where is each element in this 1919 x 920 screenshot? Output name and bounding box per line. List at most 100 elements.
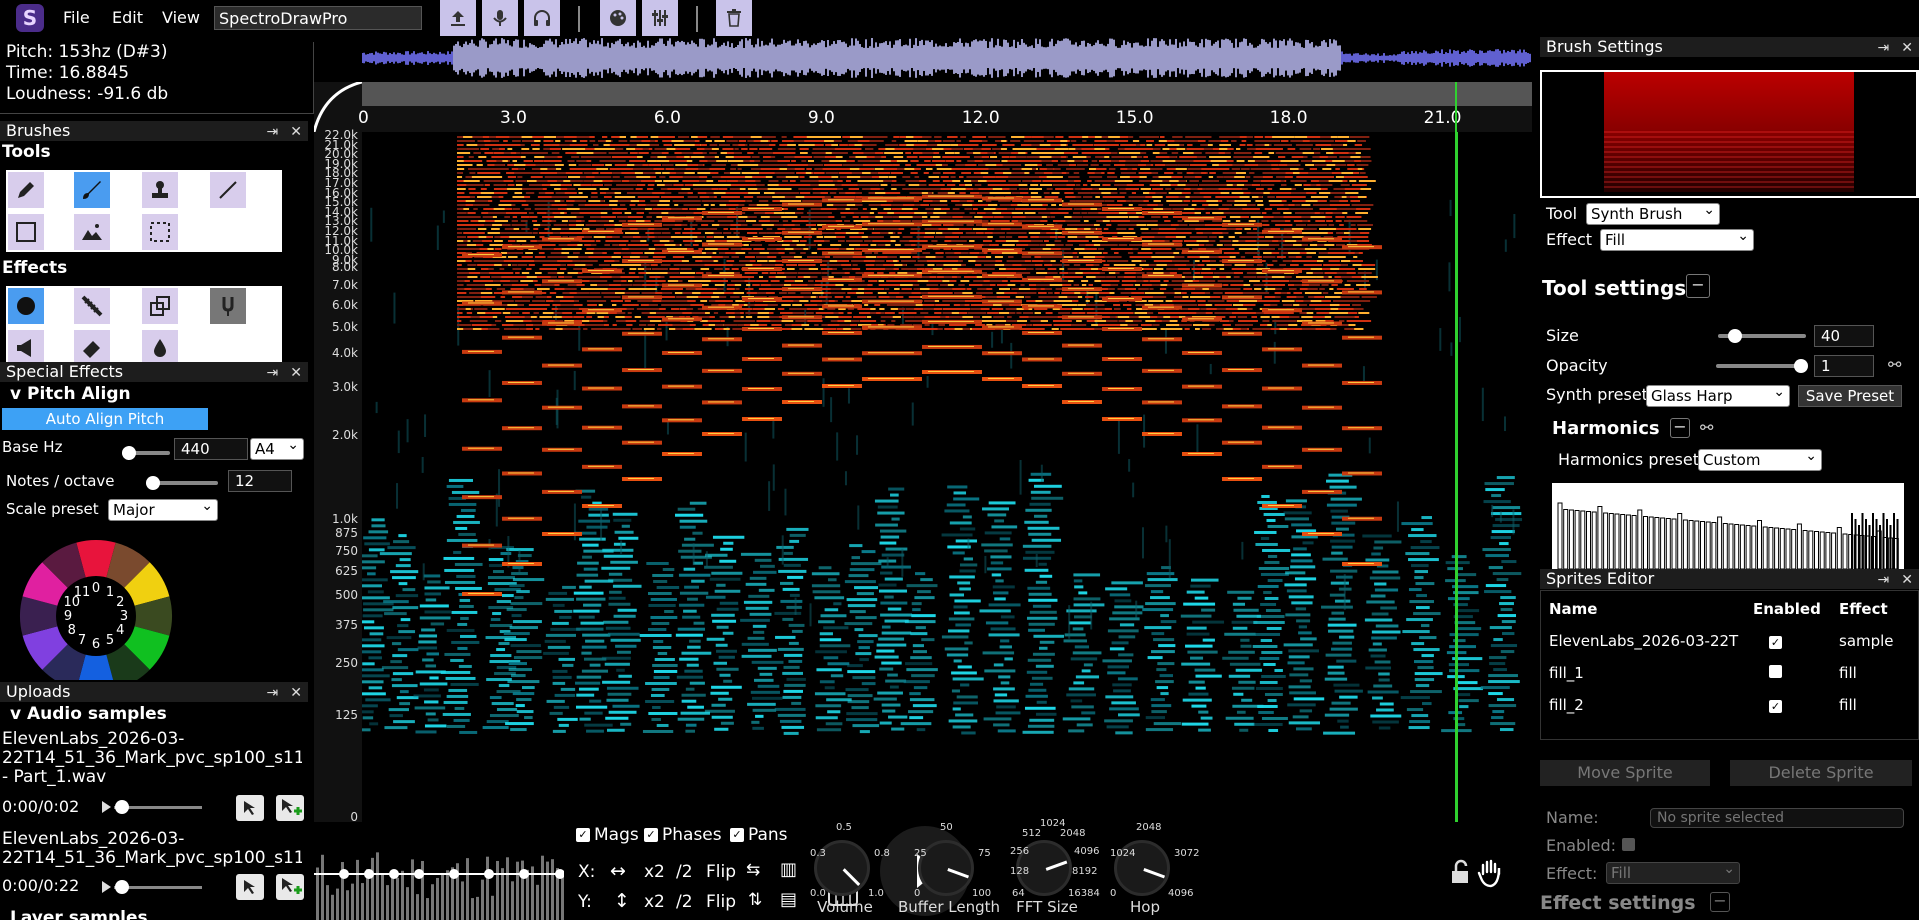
close-icon[interactable]: ✕ <box>290 365 302 381</box>
tool-selection[interactable] <box>142 214 178 250</box>
play-icon[interactable] <box>100 797 205 817</box>
x-zoom-out-button[interactable]: /2 <box>676 862 693 882</box>
effect-circle[interactable] <box>8 288 44 324</box>
table-row[interactable]: fill_1 fill <box>1541 657 1919 689</box>
undock-icon[interactable]: ⇥ <box>267 124 279 140</box>
effect-comb[interactable] <box>74 288 110 324</box>
sprite-enabled-checkbox[interactable]: ✓ <box>1769 636 1782 649</box>
size-slider[interactable] <box>1718 329 1806 343</box>
collapse-harmonics-button[interactable]: − <box>1670 418 1690 438</box>
pitch-class-wheel[interactable]: 11 0 12345678910 <box>6 530 186 680</box>
hand-icon[interactable] <box>1474 856 1508 890</box>
spectrogram-canvas[interactable] <box>362 132 1532 822</box>
link-icon[interactable]: ⚯ <box>1888 355 1901 374</box>
upload-button[interactable] <box>440 0 476 36</box>
delete-sprite-button[interactable]: Delete Sprite <box>1730 760 1912 786</box>
base-hz-input[interactable]: 440 <box>174 438 248 460</box>
swap-icon[interactable]: ⇆ <box>746 860 760 880</box>
sprite-enabled-checkbox[interactable]: ✓ <box>1769 700 1782 713</box>
move-sprite-button[interactable]: Move Sprite <box>1540 760 1710 786</box>
place-sample-button[interactable] <box>236 795 264 821</box>
phases-checkbox[interactable]: ✓ <box>644 828 658 842</box>
swap-vertical-icon[interactable]: ⇅ <box>748 890 762 910</box>
y-flip-button[interactable]: Flip <box>706 892 736 912</box>
opacity-slider[interactable] <box>1716 359 1808 373</box>
y-zoom-out-button[interactable]: /2 <box>676 892 693 912</box>
base-note-select[interactable]: A4 <box>250 435 304 460</box>
notes-octave-slider[interactable] <box>146 476 218 490</box>
base-hz-slider[interactable] <box>122 446 170 460</box>
undock-icon[interactable]: ⇥ <box>1878 572 1890 588</box>
y-zoom-in-button[interactable]: x2 <box>644 892 665 912</box>
sprite-enabled-toggle[interactable] <box>1622 838 1635 851</box>
monitor-button[interactable] <box>524 0 560 36</box>
slider-knob[interactable] <box>1794 359 1808 373</box>
undock-icon[interactable]: ⇥ <box>267 685 279 701</box>
sprite-name-input[interactable] <box>1650 808 1904 828</box>
close-icon[interactable]: ✕ <box>290 685 302 701</box>
palette-button[interactable] <box>600 0 636 36</box>
menu-file[interactable]: File <box>63 8 90 27</box>
sprite-effect-select[interactable]: Fill <box>1606 859 1740 884</box>
pitch-align-section[interactable]: v Pitch Align <box>10 384 131 404</box>
tool-image[interactable] <box>74 214 110 250</box>
harmonics-editor[interactable] <box>1552 483 1904 569</box>
collapse-tool-settings-button[interactable]: − <box>1686 274 1710 298</box>
size-input[interactable]: 40 <box>1814 325 1874 347</box>
opacity-input[interactable]: 1 <box>1814 355 1874 377</box>
tool-pencil[interactable] <box>8 172 44 208</box>
scale-preset-select[interactable]: Major <box>108 496 218 521</box>
save-preset-button[interactable]: Save Preset <box>1798 385 1902 407</box>
effect-megaphone[interactable] <box>8 330 44 362</box>
menu-edit[interactable]: Edit <box>112 8 143 27</box>
columns-icon[interactable]: ▥ <box>780 859 797 880</box>
table-row[interactable]: fill_2 ✓ fill <box>1541 689 1919 721</box>
effect-select[interactable]: Fill <box>1600 226 1754 251</box>
undock-icon[interactable]: ⇥ <box>1878 40 1890 56</box>
waveform-overview[interactable] <box>361 36 1532 80</box>
link-icon[interactable]: ⚯ <box>1700 418 1713 437</box>
synth-preset-select[interactable]: Glass Harp <box>1646 382 1790 407</box>
playhead-line[interactable] <box>1455 132 1459 822</box>
notes-octave-input[interactable]: 12 <box>228 470 292 492</box>
effect-drop[interactable] <box>142 330 178 362</box>
envelope-editor[interactable] <box>314 822 564 920</box>
slider-knob[interactable] <box>1728 329 1742 343</box>
mags-checkbox[interactable]: ✓ <box>576 828 590 842</box>
slider-knob[interactable] <box>146 476 160 490</box>
tool-select[interactable]: Synth Brush <box>1586 200 1720 225</box>
effect-eraser[interactable] <box>74 330 110 362</box>
lock-open-icon[interactable] <box>1446 858 1476 888</box>
add-sample-button[interactable] <box>276 795 304 821</box>
tool-rectangle[interactable] <box>8 214 44 250</box>
timeline-scroll-bar[interactable] <box>362 82 1532 106</box>
pans-checkbox[interactable]: ✓ <box>730 828 744 842</box>
collapse-effect-settings-button[interactable]: − <box>1710 892 1730 912</box>
close-icon[interactable]: ✕ <box>1901 572 1913 588</box>
close-icon[interactable]: ✕ <box>290 124 302 140</box>
effect-clone[interactable] <box>142 288 178 324</box>
auto-align-pitch-button[interactable]: Auto Align Pitch <box>2 408 208 430</box>
project-name-input[interactable] <box>214 6 422 30</box>
slider-knob[interactable] <box>122 446 136 460</box>
mixer-button[interactable] <box>642 0 678 36</box>
audio-samples-section[interactable]: v Audio samples <box>10 704 167 724</box>
add-sample-button[interactable] <box>276 874 304 900</box>
upload-mini-player[interactable] <box>100 877 205 897</box>
clear-button[interactable] <box>716 0 752 36</box>
tool-stamp[interactable] <box>142 172 178 208</box>
layer-samples-section[interactable]: Layer samples <box>10 908 148 920</box>
harmonics-preset-select[interactable]: Custom <box>1698 446 1822 471</box>
undock-icon[interactable]: ⇥ <box>267 365 279 381</box>
playhead-marker[interactable] <box>1455 82 1458 132</box>
x-flip-button[interactable]: Flip <box>706 862 736 882</box>
play-icon[interactable] <box>100 877 205 897</box>
record-button[interactable] <box>482 0 518 36</box>
menu-view[interactable]: View <box>162 8 200 27</box>
effect-noise[interactable] <box>210 288 246 324</box>
timeline-ruler[interactable]: 0 3.0 6.0 9.0 12.0 15.0 18.0 21.0 <box>314 82 1532 132</box>
tool-line[interactable] <box>210 172 246 208</box>
tool-brush[interactable] <box>74 172 110 208</box>
sprite-enabled-checkbox[interactable] <box>1769 665 1782 678</box>
place-sample-button[interactable] <box>236 874 264 900</box>
